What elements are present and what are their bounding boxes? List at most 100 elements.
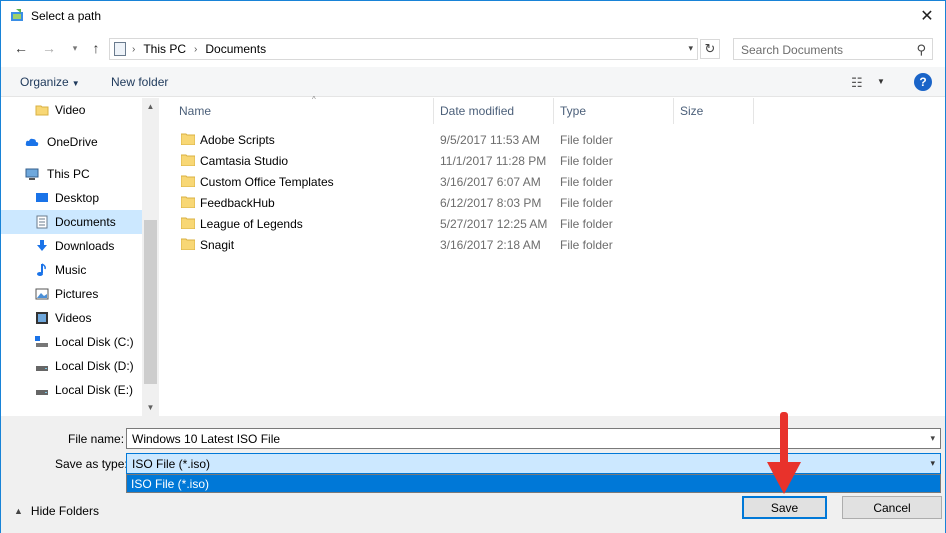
file-type: File folder xyxy=(560,238,613,252)
sidebar-item-label: Local Disk (D:) xyxy=(55,359,134,373)
cancel-button[interactable]: Cancel xyxy=(842,496,942,519)
sort-ascending-icon: ^ xyxy=(312,95,316,104)
file-date: 9/5/2017 11:53 AM xyxy=(440,133,540,147)
file-name-value: Windows 10 Latest ISO File xyxy=(132,432,281,446)
column-header-size[interactable]: Size xyxy=(674,98,754,124)
sidebar-item-desktop[interactable]: Desktop xyxy=(1,186,142,210)
navigation-scrollbar[interactable]: ▲ ▼ xyxy=(142,98,159,416)
folder-icon xyxy=(181,217,195,229)
help-icon[interactable]: ? xyxy=(914,73,932,91)
sidebar-item-label: Desktop xyxy=(55,191,100,205)
file-type: File folder xyxy=(560,154,613,168)
table-row[interactable]: Snagit 3/16/2017 2:18 AM File folder xyxy=(161,234,945,255)
save-button[interactable]: Save xyxy=(742,496,827,519)
column-label: Size xyxy=(680,104,704,118)
close-button[interactable]: ✕ xyxy=(917,7,937,25)
view-options-icon[interactable]: ☷ xyxy=(851,75,863,91)
folder-icon xyxy=(181,133,195,145)
sidebar-item-downloads[interactable]: Downloads xyxy=(1,234,142,258)
videos-icon xyxy=(36,312,48,324)
sidebar-item-videos[interactable]: Videos xyxy=(1,306,142,330)
search-input[interactable]: Search Documents ⚲ xyxy=(733,38,933,60)
hide-folders-label: Hide Folders xyxy=(30,504,99,518)
chevron-down-icon[interactable]: ▾ xyxy=(930,433,935,444)
file-type: File folder xyxy=(560,133,613,147)
scroll-up-icon[interactable]: ▲ xyxy=(142,98,159,115)
back-button[interactable]: ← xyxy=(13,40,29,56)
address-row: ← → ▾ ↑ › This PC › Documents ▾ ↻ Search… xyxy=(1,35,945,63)
up-button[interactable]: ↑ xyxy=(88,40,104,56)
pictures-icon xyxy=(35,288,49,300)
file-name: Custom Office Templates xyxy=(200,175,334,189)
desktop-icon xyxy=(36,193,48,202)
chevron-down-icon[interactable]: ▾ xyxy=(930,458,935,469)
column-header-name[interactable]: ^ Name xyxy=(173,95,434,124)
file-date: 5/27/2017 12:25 AM xyxy=(440,217,548,231)
refresh-icon: ↻ xyxy=(704,41,716,56)
sidebar-item-music[interactable]: Music xyxy=(1,258,142,282)
save-panel: File name: Windows 10 Latest ISO File ▾ … xyxy=(1,416,945,533)
arrow-up-icon: ↑ xyxy=(92,40,100,56)
address-bar[interactable]: › This PC › Documents ▾ xyxy=(109,38,698,60)
table-row[interactable]: Adobe Scripts 9/5/2017 11:53 AM File fol… xyxy=(161,129,945,150)
table-row[interactable]: FeedbackHub 6/12/2017 8:03 PM File folde… xyxy=(161,192,945,213)
sidebar-item-pictures[interactable]: Pictures xyxy=(1,282,142,306)
breadcrumb-this-pc[interactable]: This PC xyxy=(143,42,186,56)
chevron-down-icon[interactable]: ▾ xyxy=(688,43,693,54)
sidebar-item-onedrive[interactable]: OneDrive xyxy=(1,130,142,154)
forward-button[interactable]: → xyxy=(41,40,57,56)
breadcrumb: › This PC › Documents xyxy=(132,42,266,56)
chevron-right-icon: › xyxy=(194,43,198,55)
sidebar-item-this-pc[interactable]: This PC xyxy=(1,162,142,186)
save-as-type-value: ISO File (*.iso) xyxy=(132,457,211,471)
download-icon xyxy=(37,240,47,251)
dropdown-option-label: ISO File (*.iso) xyxy=(131,477,210,491)
folder-icon xyxy=(181,154,195,166)
scroll-down-icon[interactable]: ▼ xyxy=(142,399,159,416)
file-name-field[interactable]: Windows 10 Latest ISO File ▾ xyxy=(126,428,941,449)
file-type: File folder xyxy=(560,196,613,210)
column-label: Name xyxy=(179,104,212,118)
table-row[interactable]: Custom Office Templates 3/16/2017 6:07 A… xyxy=(161,171,945,192)
file-name: FeedbackHub xyxy=(200,196,275,210)
column-header-date-modified[interactable]: Date modified xyxy=(434,98,554,124)
folder-icon xyxy=(181,196,195,208)
documents-icon xyxy=(36,215,48,229)
scrollbar-thumb[interactable] xyxy=(144,220,157,384)
sidebar-item-documents[interactable]: Documents xyxy=(1,210,142,234)
file-list: ^ Name Date modified Type Size Adobe Scr… xyxy=(161,95,945,416)
computer-icon xyxy=(25,168,39,180)
column-header-type[interactable]: Type xyxy=(554,98,674,124)
organize-label: Organize xyxy=(20,75,69,89)
sidebar-item-label: Downloads xyxy=(55,239,115,253)
sidebar-item-local-disk-e[interactable]: Local Disk (E:) xyxy=(1,378,142,402)
save-as-type-select[interactable]: ISO File (*.iso) ▾ xyxy=(126,453,941,474)
search-placeholder: Search Documents xyxy=(741,43,844,57)
drive-icon xyxy=(35,336,48,347)
folder-icon xyxy=(181,238,195,250)
hide-folders-button[interactable]: ▲ Hide Folders xyxy=(14,504,99,518)
recent-locations-button[interactable]: ▾ xyxy=(67,40,83,56)
refresh-button[interactable]: ↻ xyxy=(700,39,720,59)
caret-down-icon[interactable]: ▼ xyxy=(877,77,885,86)
table-row[interactable]: League of Legends 5/27/2017 12:25 AM Fil… xyxy=(161,213,945,234)
folder-icon xyxy=(181,175,195,187)
window-title: Select a path xyxy=(31,9,102,23)
file-date: 11/1/2017 11:28 PM xyxy=(440,154,547,168)
organize-menu[interactable]: Organize ▼ xyxy=(20,75,80,89)
chevron-up-icon: ▲ xyxy=(14,506,23,516)
sidebar-item-label: Music xyxy=(55,263,87,277)
sidebar-item-label: Documents xyxy=(55,215,116,229)
new-folder-button[interactable]: New folder xyxy=(111,75,168,89)
sidebar-item-local-disk-c[interactable]: Local Disk (C:) xyxy=(1,330,142,354)
dropdown-option-iso[interactable]: ISO File (*.iso) xyxy=(127,475,940,492)
sidebar-item-label: Local Disk (E:) xyxy=(55,383,134,397)
breadcrumb-documents[interactable]: Documents xyxy=(205,42,266,56)
table-row[interactable]: Camtasia Studio 11/1/2017 11:28 PM File … xyxy=(161,150,945,171)
save-as-type-label: Save as type: xyxy=(55,457,128,471)
sidebar-item-video[interactable]: Video xyxy=(1,98,142,122)
sidebar-item-label: This PC xyxy=(47,167,90,181)
sidebar-item-local-disk-d[interactable]: Local Disk (D:) xyxy=(1,354,142,378)
folder-icon xyxy=(35,105,49,116)
chevron-down-icon: ▾ xyxy=(72,42,78,53)
